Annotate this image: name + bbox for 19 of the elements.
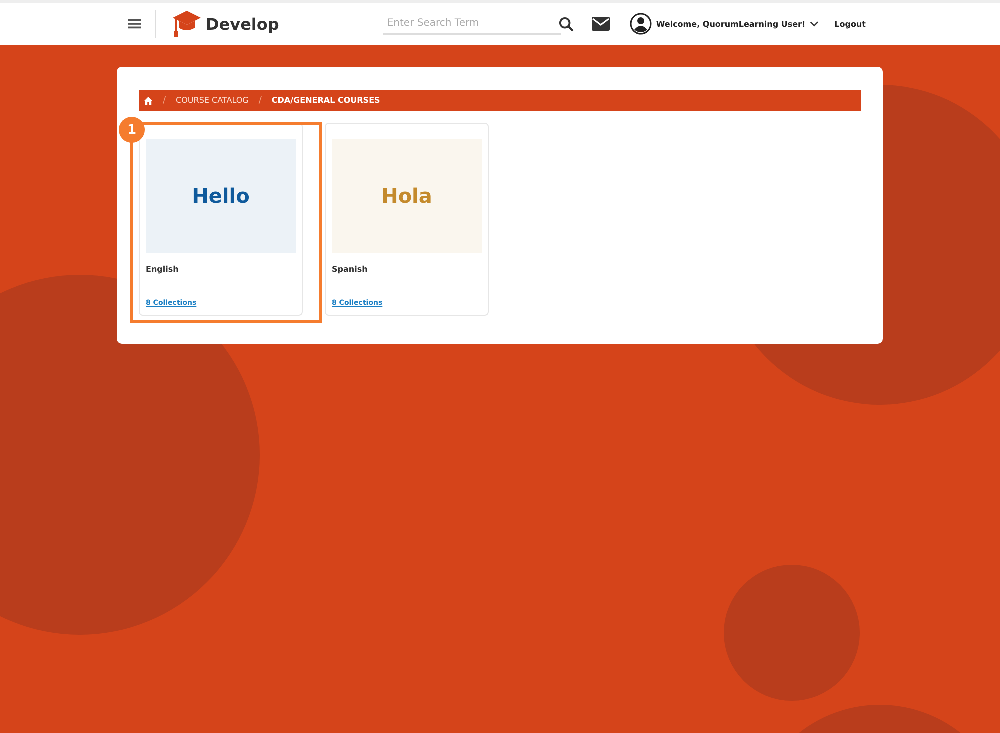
graduation-cap-icon	[172, 9, 202, 39]
course-title: Spanish	[332, 265, 369, 276]
breadcrumb-separator: /	[258, 96, 262, 106]
search-icon[interactable]	[559, 16, 574, 32]
thumbnail-text: Hola	[382, 184, 432, 208]
avatar-icon[interactable]	[630, 13, 652, 35]
course-title: English	[146, 265, 180, 276]
home-icon[interactable]	[144, 96, 153, 104]
breadcrumb-link[interactable]: CDA/GENERAL COURSES	[272, 96, 380, 105]
step-badge: 1	[119, 117, 145, 143]
breadcrumb-link[interactable]: COURSE CATALOG	[176, 96, 249, 105]
thumbnail-text: Hello	[192, 184, 250, 208]
mail-icon[interactable]	[592, 17, 610, 31]
breadcrumb-separator: /	[163, 96, 166, 106]
logout-link[interactable]: Logout	[834, 20, 866, 28]
menu-icon[interactable]	[128, 19, 141, 29]
user-menu[interactable]: Welcome, QuorumLearning User!	[654, 18, 821, 30]
caret-icon	[810, 21, 819, 27]
brand-name: Develop	[206, 14, 280, 34]
